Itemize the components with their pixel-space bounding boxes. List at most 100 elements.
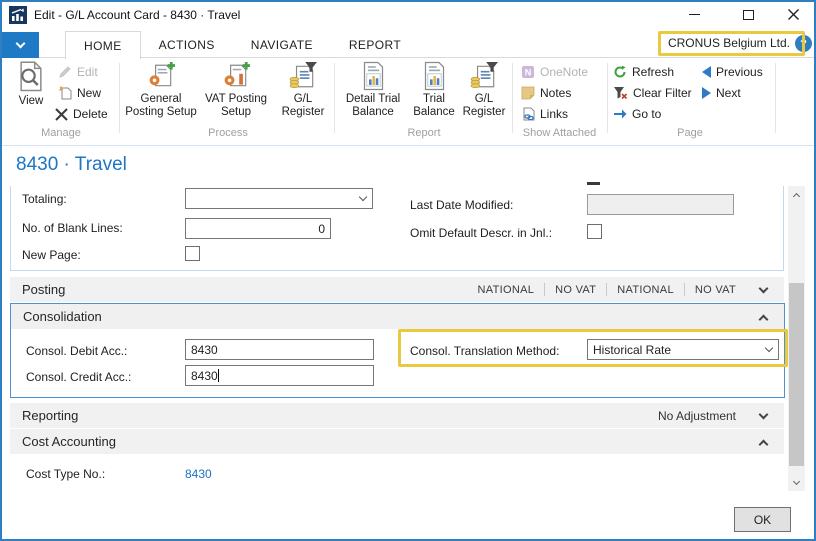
button-label: Register bbox=[463, 106, 506, 119]
delete-button-label: Delete bbox=[73, 107, 108, 121]
button-label: Register bbox=[282, 106, 325, 119]
vertical-scrollbar[interactable] bbox=[788, 186, 805, 491]
next-button[interactable]: Next bbox=[702, 83, 741, 103]
new-page-checkbox[interactable] bbox=[185, 246, 200, 261]
totaling-combobox[interactable] bbox=[185, 188, 373, 209]
close-button[interactable] bbox=[778, 3, 808, 26]
button-label: Setup bbox=[221, 106, 251, 119]
blank-lines-label: No. of Blank Lines: bbox=[22, 221, 123, 235]
next-button-label: Next bbox=[716, 86, 741, 100]
report-group-label: Report bbox=[338, 127, 510, 139]
general-posting-setup-button[interactable]: General Posting Setup bbox=[124, 61, 198, 119]
notes-icon bbox=[521, 86, 535, 100]
notes-button[interactable]: Notes bbox=[521, 83, 571, 103]
clear-filter-button[interactable]: Clear Filter bbox=[613, 83, 692, 103]
next-icon bbox=[702, 87, 711, 99]
group-frame bbox=[10, 270, 784, 271]
refresh-button[interactable]: Refresh bbox=[613, 62, 674, 82]
button-label: Posting Setup bbox=[125, 106, 197, 119]
tab-report[interactable]: REPORT bbox=[331, 31, 419, 58]
button-label: General bbox=[141, 93, 182, 106]
clear-filter-button-label: Clear Filter bbox=[633, 86, 692, 100]
onenote-icon: N bbox=[521, 65, 535, 79]
button-label: G/L bbox=[294, 93, 313, 106]
fasttab-posting-header[interactable]: Posting NATIONAL NO VAT NATIONAL NO VAT bbox=[10, 277, 784, 302]
totaling-label: Totaling: bbox=[22, 192, 67, 206]
close-icon bbox=[788, 9, 799, 20]
button-label: Detail Trial bbox=[346, 93, 400, 106]
view-icon bbox=[16, 61, 46, 93]
edit-button[interactable]: Edit bbox=[58, 62, 98, 82]
reporting-title: Reporting bbox=[22, 408, 658, 423]
gl-register-icon bbox=[470, 61, 498, 91]
chevron-up-icon bbox=[752, 436, 774, 448]
app-menu-icon bbox=[16, 39, 26, 49]
ribbon-group-divider bbox=[119, 63, 120, 133]
chevron-up-icon bbox=[752, 311, 774, 323]
scroll-up-button[interactable] bbox=[788, 186, 805, 203]
minimize-button[interactable] bbox=[679, 3, 709, 26]
previous-button[interactable]: Previous bbox=[702, 62, 763, 82]
cost-accounting-title: Cost Accounting bbox=[22, 434, 752, 449]
omit-default-descr-checkbox[interactable] bbox=[587, 224, 602, 239]
button-label: G/L bbox=[475, 93, 494, 106]
gl-register-icon bbox=[289, 61, 317, 91]
ok-button[interactable]: OK bbox=[734, 507, 791, 532]
ribbon-group-divider bbox=[334, 63, 335, 133]
fasttab-cost-accounting-header[interactable]: Cost Accounting bbox=[10, 429, 784, 454]
vat-posting-setup-button[interactable]: VAT Posting Setup bbox=[200, 61, 272, 119]
new-button[interactable]: New bbox=[58, 83, 101, 103]
tab-home[interactable]: HOME bbox=[65, 31, 141, 59]
view-button[interactable]: View bbox=[8, 61, 54, 108]
tab-actions[interactable]: ACTIONS bbox=[141, 31, 233, 58]
clipped-field-remnant bbox=[587, 182, 600, 185]
onenote-button-label: OneNote bbox=[540, 65, 588, 79]
summary-divider bbox=[606, 283, 607, 296]
scrollbar-thumb[interactable] bbox=[789, 283, 804, 466]
consol-debit-acc-label: Consol. Debit Acc.: bbox=[26, 344, 127, 358]
links-button-label: Links bbox=[540, 107, 568, 121]
delete-button[interactable]: Delete bbox=[55, 104, 108, 124]
refresh-icon bbox=[613, 65, 627, 79]
consol-translation-method-value: Historical Rate bbox=[588, 343, 760, 357]
page-title: 8430 · Travel bbox=[16, 154, 127, 176]
blank-lines-input[interactable]: 0 bbox=[185, 218, 331, 239]
previous-icon bbox=[702, 66, 711, 78]
gl-register-report-button[interactable]: G/L Register bbox=[458, 61, 510, 119]
app-window-icon bbox=[9, 6, 27, 24]
fasttab-consolidation-header[interactable]: Consolidation bbox=[11, 304, 784, 329]
help-button[interactable]: ? bbox=[795, 35, 812, 52]
ribbon-group-divider bbox=[607, 63, 608, 133]
links-button[interactable]: Links bbox=[521, 104, 568, 124]
consol-translation-method-combobox[interactable]: Historical Rate bbox=[587, 339, 779, 360]
new-icon bbox=[58, 86, 72, 100]
gl-register-button[interactable]: G/L Register bbox=[274, 61, 332, 119]
company-name: CRONUS Belgium Ltd. bbox=[668, 36, 790, 50]
links-icon bbox=[521, 107, 535, 121]
maximize-button[interactable] bbox=[733, 3, 763, 26]
consol-debit-acc-input[interactable]: 8430 bbox=[185, 339, 374, 360]
button-label: Balance bbox=[413, 106, 455, 119]
trial-balance-icon bbox=[421, 61, 448, 91]
cost-type-no-link[interactable]: 8430 bbox=[185, 467, 212, 481]
consol-credit-acc-label: Consol. Credit Acc.: bbox=[26, 370, 131, 384]
trial-balance-button[interactable]: Trial Balance bbox=[410, 61, 458, 119]
posting-summary-item: NO VAT bbox=[555, 284, 596, 296]
detail-trial-balance-button[interactable]: Detail Trial Balance bbox=[338, 61, 408, 119]
application-menu-button[interactable] bbox=[2, 32, 39, 58]
onenote-button[interactable]: N OneNote bbox=[521, 62, 588, 82]
svg-text:N: N bbox=[525, 68, 532, 78]
summary-divider bbox=[684, 283, 685, 296]
goto-button[interactable]: Go to bbox=[613, 104, 661, 124]
goto-button-label: Go to bbox=[632, 107, 661, 121]
scroll-down-button[interactable] bbox=[788, 474, 805, 491]
tab-navigate[interactable]: NAVIGATE bbox=[233, 31, 331, 58]
group-frame bbox=[10, 186, 11, 271]
consol-credit-acc-input[interactable]: 8430 bbox=[185, 365, 374, 386]
chevron-down-icon bbox=[354, 197, 372, 200]
refresh-button-label: Refresh bbox=[632, 65, 674, 79]
chevron-up-icon bbox=[793, 192, 800, 199]
edit-icon bbox=[58, 65, 72, 79]
edit-button-label: Edit bbox=[77, 65, 98, 79]
fasttab-reporting-header[interactable]: Reporting No Adjustment bbox=[10, 403, 784, 428]
